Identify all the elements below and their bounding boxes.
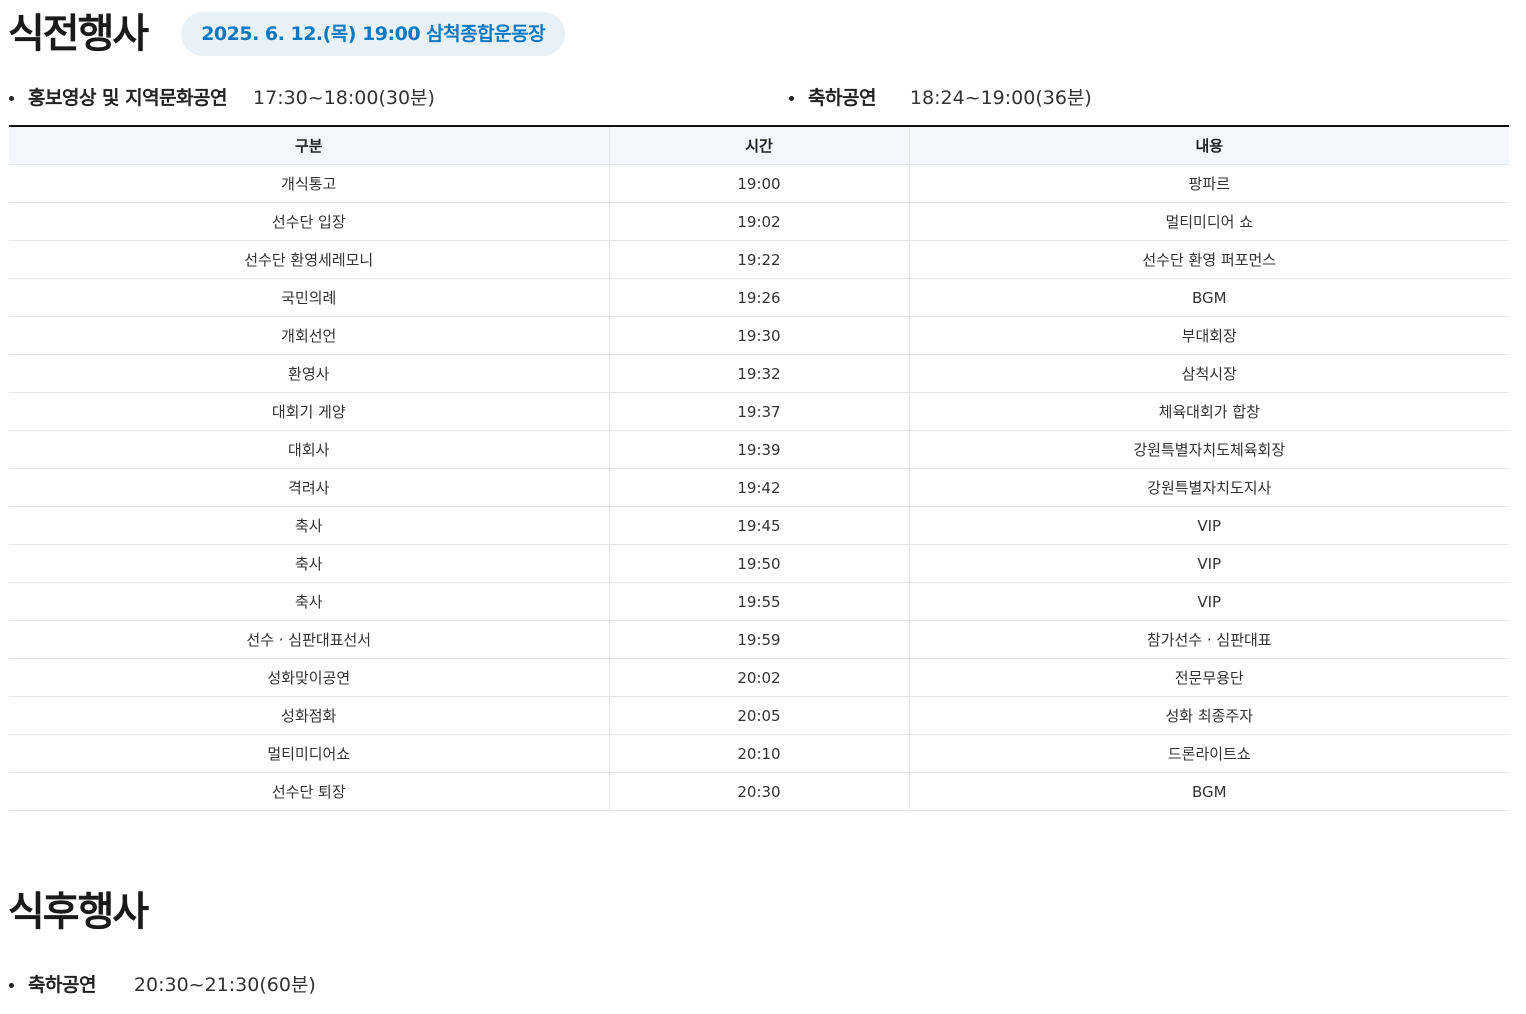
content-cell: BGM — [908, 278, 1509, 317]
table-row: 격려사 19:42 강원특별자치도지사 — [9, 468, 1509, 507]
content-cell: 부대회장 — [908, 316, 1509, 355]
table-row: 대회사 19:39 강원특별자치도체육회장 — [9, 430, 1509, 469]
time-cell: 19:42 — [608, 468, 909, 507]
bullet-icon — [9, 982, 14, 988]
table-row: 축사 19:50 VIP — [9, 544, 1509, 583]
category-cell: 멀티미디어쇼 — [9, 734, 609, 773]
time-cell: 20:05 — [608, 696, 909, 735]
pre-event-time: 17:30~18:00(30분) — [253, 87, 435, 109]
content-cell: 멀티미디어 쇼 — [908, 202, 1509, 241]
time-cell: 19:00 — [608, 164, 909, 203]
time-cell: 19:32 — [608, 354, 909, 393]
table-row: 선수단 입장 19:02 멀티미디어 쇼 — [9, 202, 1509, 241]
category-cell: 개식통고 — [9, 164, 609, 203]
content-cell: 참가선수 · 심판대표 — [908, 620, 1509, 659]
category-cell: 국민의례 — [9, 278, 609, 317]
content-cell: BGM — [908, 772, 1509, 811]
column-header-content: 내용 — [908, 126, 1509, 165]
content-cell: 선수단 환영 퍼포먼스 — [908, 240, 1509, 279]
table-row: 성화맞이공연 20:02 전문무용단 — [9, 658, 1509, 697]
schedule-table: 구분 시간 내용 개식통고 19:00 팡파르 선수단 입장 19:02 멀티미… — [9, 125, 1509, 811]
category-cell: 성화점화 — [9, 696, 609, 735]
content-cell: 강원특별자치도지사 — [908, 468, 1509, 507]
post-event-item: 축하공연 20:30~21:30(60분) — [9, 973, 316, 997]
content-cell: 삼척시장 — [908, 354, 1509, 393]
category-cell: 환영사 — [9, 354, 609, 393]
time-cell: 19:02 — [608, 202, 909, 241]
column-header-time: 시간 — [608, 126, 909, 165]
column-header-category: 구분 — [9, 126, 609, 165]
table-row: 대회기 게양 19:37 체육대회가 합창 — [9, 392, 1509, 431]
time-cell: 20:10 — [608, 734, 909, 773]
category-cell: 축사 — [9, 544, 609, 583]
category-cell: 축사 — [9, 582, 609, 621]
time-cell: 19:22 — [608, 240, 909, 279]
pre-event-item: 축하공연 18:24~19:00(36분) — [789, 86, 1092, 110]
post-ceremony-header: 식후행사 — [8, 889, 149, 935]
time-cell: 19:39 — [608, 430, 909, 469]
category-cell: 선수단 입장 — [9, 202, 609, 241]
category-cell: 선수단 퇴장 — [9, 772, 609, 811]
table-row: 성화점화 20:05 성화 최종주자 — [9, 696, 1509, 735]
table-row: 국민의례 19:26 BGM — [9, 278, 1509, 317]
post-event-label: 축하공연 — [28, 974, 96, 996]
time-cell: 19:26 — [608, 278, 909, 317]
table-row: 멀티미디어쇼 20:10 드론라이트쇼 — [9, 734, 1509, 773]
time-cell: 19:55 — [608, 582, 909, 621]
table-row: 환영사 19:32 삼척시장 — [9, 354, 1509, 393]
content-cell: VIP — [908, 544, 1509, 583]
content-cell: 전문무용단 — [908, 658, 1509, 697]
table-row: 개회선언 19:30 부대회장 — [9, 316, 1509, 355]
content-cell: 성화 최종주자 — [908, 696, 1509, 735]
content-cell: 강원특별자치도체육회장 — [908, 430, 1509, 469]
table-row: 선수단 환영세레모니 19:22 선수단 환영 퍼포먼스 — [9, 240, 1509, 279]
content-cell: 드론라이트쇼 — [908, 734, 1509, 773]
category-cell: 개회선언 — [9, 316, 609, 355]
category-cell: 대회사 — [9, 430, 609, 469]
table-header-row: 구분 시간 내용 — [9, 126, 1509, 165]
content-cell: VIP — [908, 506, 1509, 545]
time-cell: 20:02 — [608, 658, 909, 697]
category-cell: 성화맞이공연 — [9, 658, 609, 697]
time-cell: 20:30 — [608, 772, 909, 811]
post-event-time: 20:30~21:30(60분) — [133, 974, 316, 996]
table-row: 축사 19:55 VIP — [9, 582, 1509, 621]
pre-event-label: 축하공연 — [808, 87, 876, 109]
time-cell: 19:37 — [608, 392, 909, 431]
pre-event-label: 홍보영상 및 지역문화공연 — [28, 87, 228, 109]
table-row: 축사 19:45 VIP — [9, 506, 1509, 545]
category-cell: 대회기 게양 — [9, 392, 609, 431]
category-cell: 축사 — [9, 506, 609, 545]
content-cell: 체육대회가 합창 — [908, 392, 1509, 431]
pre-event-item: 홍보영상 및 지역문화공연 17:30~18:00(30분) — [9, 86, 435, 110]
time-cell: 19:50 — [608, 544, 909, 583]
bullet-icon — [789, 95, 794, 101]
time-cell: 19:59 — [608, 620, 909, 659]
table-row: 개식통고 19:00 팡파르 — [9, 164, 1509, 203]
table-row: 선수단 퇴장 20:30 BGM — [9, 772, 1509, 811]
content-cell: VIP — [908, 582, 1509, 621]
post-ceremony-title: 식후행사 — [8, 889, 149, 935]
pre-event-time: 18:24~19:00(36분) — [909, 87, 1092, 109]
category-cell: 선수단 환영세레모니 — [9, 240, 609, 279]
pre-ceremony-header: 식전행사 2025. 6. 12.(목) 19:00 삼척종합운동장 — [8, 11, 566, 57]
table-row: 선수 · 심판대표선서 19:59 참가선수 · 심판대표 — [9, 620, 1509, 659]
pre-ceremony-title: 식전행사 — [8, 11, 149, 57]
category-cell: 선수 · 심판대표선서 — [9, 620, 609, 659]
date-venue-badge: 2025. 6. 12.(목) 19:00 삼척종합운동장 — [181, 12, 566, 56]
category-cell: 격려사 — [9, 468, 609, 507]
time-cell: 19:45 — [608, 506, 909, 545]
time-cell: 19:30 — [608, 316, 909, 355]
bullet-icon — [9, 95, 14, 101]
content-cell: 팡파르 — [908, 164, 1509, 203]
